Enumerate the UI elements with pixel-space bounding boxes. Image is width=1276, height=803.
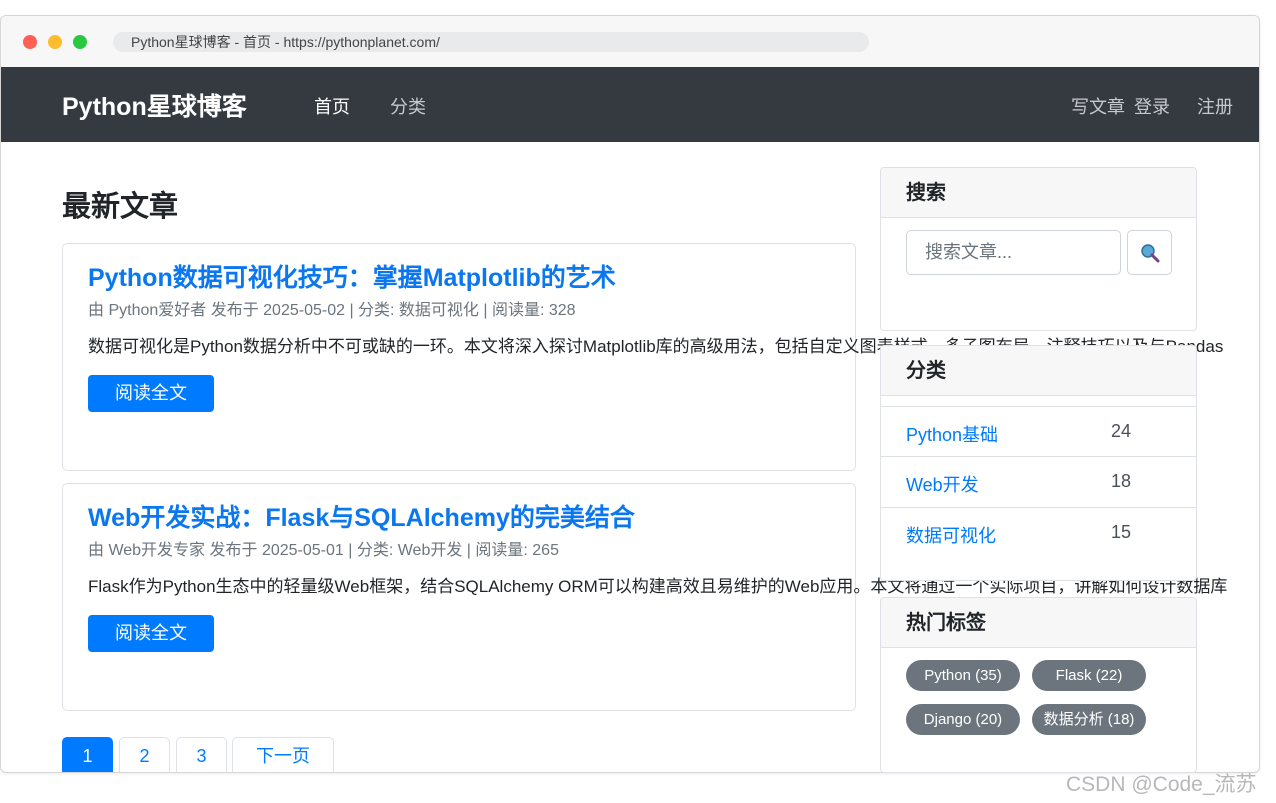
category-name[interactable]: 数据可视化	[906, 522, 996, 548]
post-title[interactable]: Python数据可视化技巧：掌握Matplotlib的艺术	[88, 258, 616, 294]
site-navbar: Python星球博客 首页 分类 写文章 登录 注册	[1, 67, 1259, 142]
nav-link-login[interactable]: 登录	[1134, 93, 1170, 119]
category-name[interactable]: Python基础	[906, 421, 998, 447]
tag-data-analysis[interactable]: 数据分析 (18)	[1032, 704, 1146, 735]
category-name[interactable]: Web开发	[906, 471, 979, 497]
category-count: 24	[1111, 421, 1132, 441]
page-1-button[interactable]: 1	[62, 737, 113, 772]
category-count: 15	[1111, 522, 1132, 542]
read-more-button[interactable]: 阅读全文	[88, 615, 214, 652]
browser-titlebar: Python星球博客 - 首页 - https://pythonplanet.c…	[1, 16, 1259, 68]
category-item[interactable]: 数据可视化 15	[881, 507, 1196, 557]
nav-link-register[interactable]: 注册	[1197, 93, 1233, 119]
categories-panel: 分类 Python基础 24 Web开发 18 数据可视化 15	[880, 345, 1197, 581]
tag-python[interactable]: Python (35)	[906, 660, 1020, 691]
nav-link-home[interactable]: 首页	[314, 93, 350, 119]
post-meta: 由 Python爱好者 发布于 2025-05-02 | 分类: 数据可视化 |…	[88, 302, 576, 319]
close-window-button[interactable]	[23, 35, 37, 49]
category-item[interactable]: Web开发 18	[881, 456, 1196, 506]
nav-link-categories[interactable]: 分类	[390, 93, 426, 119]
post-meta: 由 Web开发专家 发布于 2025-05-01 | 分类: Web开发 | 阅…	[88, 542, 559, 559]
search-panel-title: 搜索	[881, 168, 1196, 218]
page-3-button[interactable]: 3	[176, 737, 227, 772]
search-button[interactable]	[1127, 230, 1172, 275]
tag-flask[interactable]: Flask (22)	[1032, 660, 1146, 691]
nav-link-write[interactable]: 写文章	[1071, 93, 1125, 119]
page-2-button[interactable]: 2	[119, 737, 170, 772]
tags-panel: 热门标签 Python (35) Flask (22) Django (20) …	[880, 597, 1197, 773]
read-more-button[interactable]: 阅读全文	[88, 375, 214, 412]
tag-django[interactable]: Django (20)	[906, 704, 1020, 735]
post-title[interactable]: Web开发实战：Flask与SQLAlchemy的完美结合	[88, 498, 635, 534]
search-icon	[1141, 244, 1160, 263]
post-card: Web开发实战：Flask与SQLAlchemy的完美结合 由 Web开发专家 …	[62, 483, 1227, 711]
search-input[interactable]: 搜索文章...	[906, 230, 1121, 275]
address-bar[interactable]: Python星球博客 - 首页 - https://pythonplanet.c…	[113, 32, 869, 52]
categories-panel-title: 分类	[881, 346, 1196, 396]
maximize-window-button[interactable]	[73, 35, 87, 49]
tags-panel-title: 热门标签	[881, 598, 1196, 648]
next-page-button[interactable]: 下一页	[232, 737, 334, 772]
page-title: 最新文章	[62, 191, 179, 223]
post-card: Python数据可视化技巧：掌握Matplotlib的艺术 由 Python爱好…	[62, 243, 1223, 471]
minimize-window-button[interactable]	[48, 35, 62, 49]
search-panel: 搜索 搜索文章...	[880, 167, 1197, 331]
category-item[interactable]: Python基础 24	[881, 406, 1196, 456]
category-count: 18	[1111, 471, 1132, 491]
site-brand[interactable]: Python星球博客	[62, 87, 247, 123]
watermark: CSDN @Code_流苏	[1066, 773, 1257, 796]
